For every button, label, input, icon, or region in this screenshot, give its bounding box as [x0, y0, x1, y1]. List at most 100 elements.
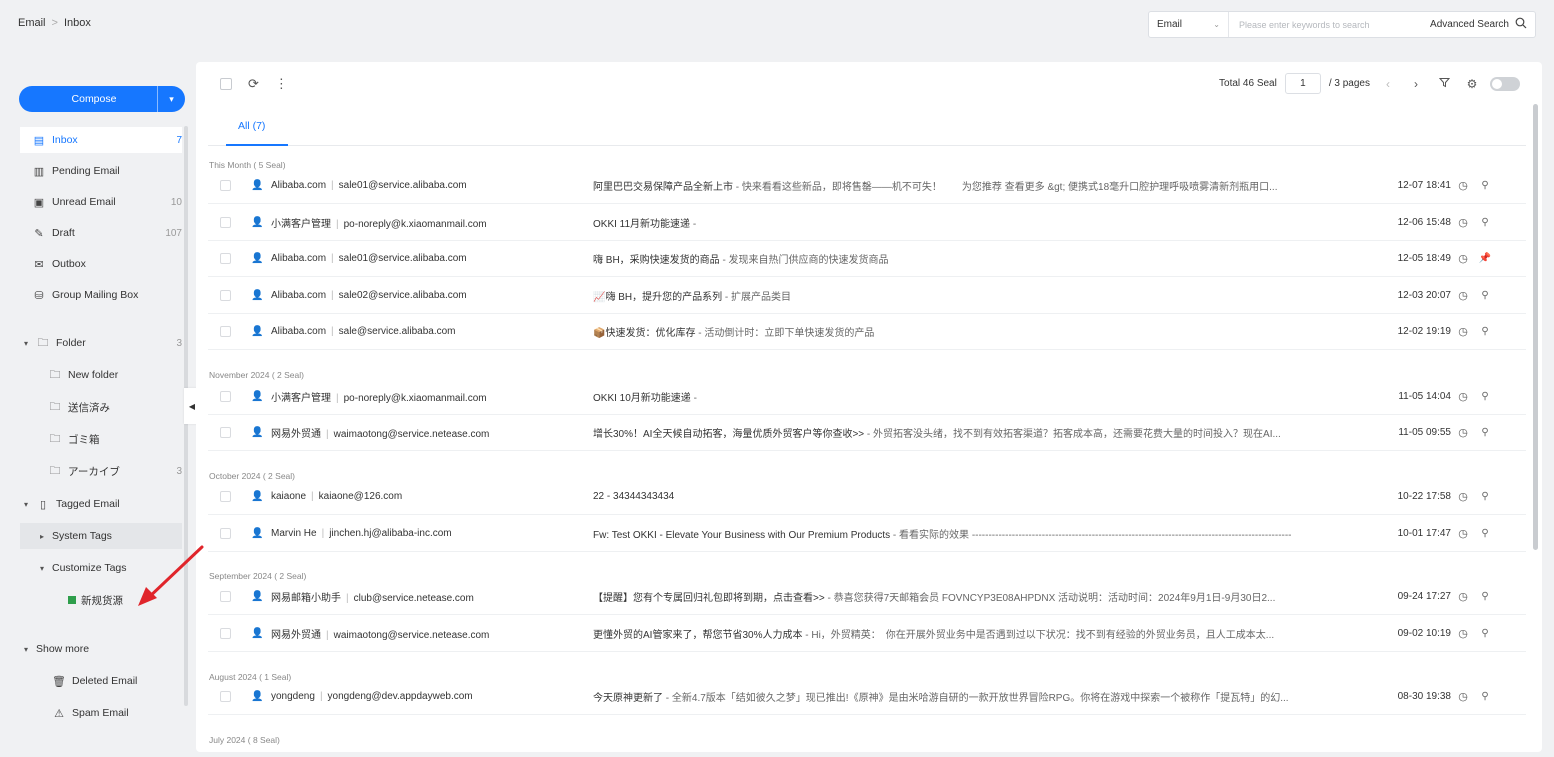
caret-down-icon[interactable]: ▾	[24, 500, 34, 509]
email-row[interactable]: 👤 Marvin He | jinchen.hj@alibaba-inc.com Fw:…	[208, 516, 1526, 552]
pin-icon[interactable]: ⚲	[1475, 290, 1495, 301]
pin-icon[interactable]: ⚲	[1475, 628, 1495, 639]
row-checkbox[interactable]	[220, 290, 231, 301]
settings-icon[interactable]: ⚙	[1462, 77, 1482, 91]
compose-dropdown-icon[interactable]: ▾	[157, 86, 185, 112]
search-input[interactable]: Please enter keywords to search	[1229, 20, 1430, 30]
email-subject[interactable]: 今天原神更新了 - 全新4.7版本「结如彼久之梦」现已推出!《原神》是由米哈游自…	[593, 689, 1381, 704]
tab-all[interactable]: All (7)	[238, 120, 265, 132]
page-input[interactable]: 1	[1284, 73, 1321, 94]
email-subject[interactable]: 更懂外贸的AI管家来了，帮您节省30%人力成本 - Hi，外贸精英： 你在开展外…	[593, 626, 1381, 641]
email-row[interactable]: 👤 网易外贸通 | waimaotong@service.netease.com 更懂外…	[208, 616, 1526, 652]
email-row[interactable]: 👤 Alibaba.com | sale@service.alibaba.com 📦快速…	[208, 314, 1526, 350]
pin-icon[interactable]: 📌	[1475, 253, 1495, 264]
clock-icon[interactable]: ◷	[1451, 179, 1475, 192]
next-page-icon[interactable]: ›	[1406, 77, 1426, 91]
sidebar-show-more[interactable]: ▾ Show more	[20, 636, 182, 662]
email-subject[interactable]: 增长30%！AI全天候自动拓客，海量优质外贸客户等你查收>> - 外贸拓客没头绪…	[593, 425, 1381, 440]
sidebar-deleted-email[interactable]: 🗑 Deleted Email	[20, 668, 182, 694]
pin-icon[interactable]: ⚲	[1475, 528, 1495, 539]
email-subject[interactable]: 📦快速发货：优化库存 - 活动倒计时：立即下单快速发货的产品	[593, 324, 1381, 339]
clock-icon[interactable]: ◷	[1451, 252, 1475, 265]
filter-icon[interactable]	[1434, 77, 1454, 91]
caret-down-icon[interactable]: ▾	[40, 564, 50, 573]
email-subject[interactable]: 📈嗨 BH，提升您的产品系列 - 扩展产品类目	[593, 288, 1381, 303]
sidebar-customize-tags[interactable]: ▾ Customize Tags	[20, 555, 182, 581]
select-all-checkbox[interactable]	[220, 78, 232, 90]
email-subject[interactable]: 【提醒】您有个专属回归礼包即将到期，点击查看>> - 恭喜您获得7天邮箱会员 F…	[593, 589, 1381, 604]
more-options-icon[interactable]: ⋮	[275, 76, 288, 92]
email-subject[interactable]: 阿里巴巴交易保障产品全新上市 - 快来看看这些新品，即将售罄——机不可失！ 为您…	[593, 178, 1381, 193]
email-subject[interactable]: OKKI 11月新功能速递 -	[593, 215, 1381, 230]
sidebar-folder-sent[interactable]: 🗀 送信済み	[20, 394, 182, 420]
prev-page-icon[interactable]: ‹	[1378, 77, 1398, 91]
email-subject[interactable]: Fw: Test OKKI - Elevate Your Business wi…	[593, 526, 1381, 541]
sidebar-spam-email[interactable]: ⚠ Spam Email	[20, 700, 182, 726]
caret-down-icon[interactable]: ▾	[24, 645, 34, 654]
row-checkbox[interactable]	[220, 591, 231, 602]
row-checkbox[interactable]	[220, 326, 231, 337]
refresh-icon[interactable]: ⟳	[248, 76, 259, 92]
advanced-search-button[interactable]: Advanced Search	[1430, 17, 1535, 32]
email-subject[interactable]: OKKI 10月新功能速递 -	[593, 389, 1381, 404]
email-row[interactable]: 👤 Alibaba.com | sale02@service.alibaba.com 📈…	[208, 278, 1526, 314]
sidebar-tagged-email[interactable]: ▾ ▯ Tagged Email	[20, 491, 182, 517]
sidebar-folder-new[interactable]: 🗀 New folder	[20, 362, 182, 388]
pin-icon[interactable]: ⚲	[1475, 217, 1495, 228]
email-row[interactable]: 👤 小满客户管理 | po-noreply@k.xiaomanmail.com OKKI…	[208, 205, 1526, 241]
row-checkbox[interactable]	[220, 628, 231, 639]
compose-button[interactable]: Compose ▾	[19, 86, 185, 112]
view-toggle[interactable]	[1490, 76, 1520, 91]
row-checkbox[interactable]	[220, 491, 231, 502]
pin-icon[interactable]: ⚲	[1475, 326, 1495, 337]
email-subject[interactable]: 嗨 BH，采购快速发货的商品 - 发现来自热门供应商的快速发货商品	[593, 251, 1381, 266]
row-checkbox[interactable]	[220, 691, 231, 702]
email-row[interactable]: 👤 网易外贸通 | waimaotong@service.netease.com 增长3…	[208, 415, 1526, 451]
clock-icon[interactable]: ◷	[1451, 390, 1475, 403]
pin-icon[interactable]: ⚲	[1475, 491, 1495, 502]
email-row[interactable]: 👤 网易邮箱小助手 | club@service.netease.com 【提醒】您有个…	[208, 579, 1526, 615]
sidebar-system-tags[interactable]: ▸ System Tags	[20, 523, 182, 549]
mail-list-scrollbar[interactable]	[1533, 104, 1538, 550]
pin-icon[interactable]: ⚲	[1475, 180, 1495, 191]
row-checkbox[interactable]	[220, 217, 231, 228]
search-type-select[interactable]: Email ⌄	[1149, 12, 1229, 37]
sidebar-item-draft[interactable]: ✎ Draft 107	[20, 220, 182, 246]
email-row[interactable]: 👤 Alibaba.com | sale01@service.alibaba.com 阿…	[208, 168, 1526, 204]
clock-icon[interactable]: ◷	[1451, 325, 1475, 338]
clock-icon[interactable]: ◷	[1451, 426, 1475, 439]
clock-icon[interactable]: ◷	[1451, 690, 1475, 703]
search-icon[interactable]	[1515, 17, 1527, 32]
sidebar-item-unread[interactable]: ▣ Unread Email 10	[20, 189, 182, 215]
clock-icon[interactable]: ◷	[1451, 289, 1475, 302]
clock-icon[interactable]: ◷	[1451, 490, 1475, 503]
sidebar-folder-trash[interactable]: 🗀 ゴミ箱	[20, 426, 182, 452]
email-row[interactable]: 👤 kaiaone | kaiaone@126.com 22 - 34344343434…	[208, 479, 1526, 515]
pin-icon[interactable]: ⚲	[1475, 391, 1495, 402]
email-row[interactable]: 👤 yongdeng | yongdeng@dev.appdayweb.com 今天原神…	[208, 679, 1526, 715]
pin-icon[interactable]: ⚲	[1475, 691, 1495, 702]
sidebar-item-outbox[interactable]: ✉ Outbox	[20, 251, 182, 277]
clock-icon[interactable]: ◷	[1451, 627, 1475, 640]
sidebar-item-inbox[interactable]: ▤ Inbox 7	[20, 127, 182, 153]
row-checkbox[interactable]	[220, 253, 231, 264]
row-checkbox[interactable]	[220, 427, 231, 438]
caret-down-icon[interactable]: ▾	[24, 339, 34, 348]
sidebar-tag-item[interactable]: 新规货源	[20, 587, 182, 613]
pin-icon[interactable]: ⚲	[1475, 427, 1495, 438]
row-checkbox[interactable]	[220, 391, 231, 402]
breadcrumb-email[interactable]: Email	[18, 17, 46, 29]
sidebar-item-group-mailing[interactable]: ⛁ Group Mailing Box	[20, 282, 182, 308]
row-checkbox[interactable]	[220, 180, 231, 191]
clock-icon[interactable]: ◷	[1451, 216, 1475, 229]
caret-right-icon[interactable]: ▸	[40, 532, 50, 541]
sidebar-folder-archive[interactable]: 🗀 アーカイブ 3	[20, 458, 183, 484]
clock-icon[interactable]: ◷	[1451, 527, 1475, 540]
email-row[interactable]: 👤 小满客户管理 | po-noreply@k.xiaomanmail.com OKKI…	[208, 379, 1526, 415]
sidebar-folder[interactable]: ▾ 🗀 Folder 3	[20, 330, 182, 356]
email-row[interactable]: 👤 Alibaba.com | sale01@service.alibaba.com 嗨…	[208, 241, 1526, 277]
sidebar-item-pending[interactable]: ▥ Pending Email	[20, 158, 182, 184]
email-subject[interactable]: 22 - 34344343434	[593, 491, 1381, 502]
pin-icon[interactable]: ⚲	[1475, 591, 1495, 602]
row-checkbox[interactable]	[220, 528, 231, 539]
